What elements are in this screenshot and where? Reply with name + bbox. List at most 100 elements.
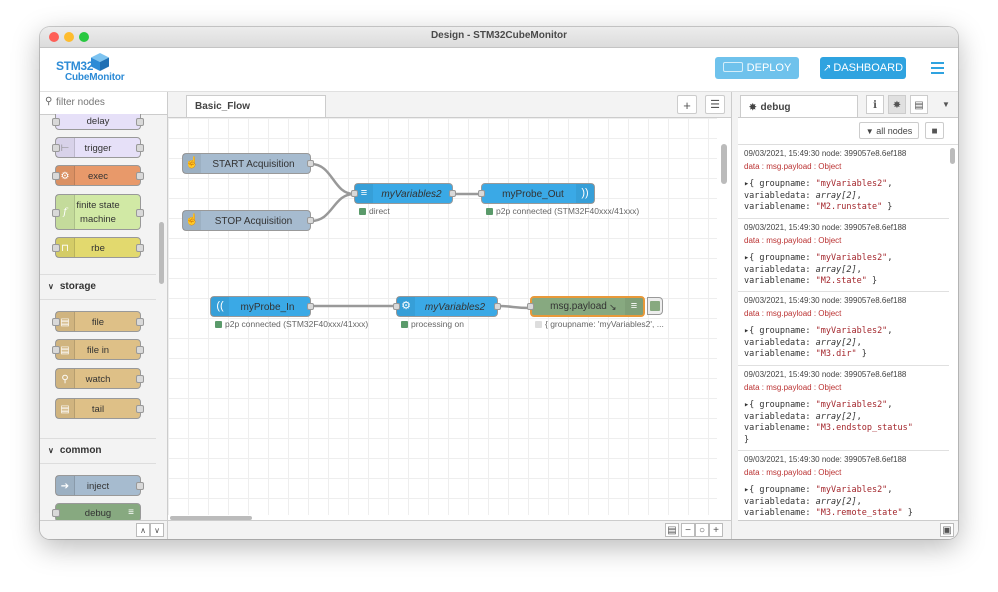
message-meta: 09/03/2021, 15:49:30 node: 399057e8.6ef1… bbox=[744, 370, 907, 379]
expand-caret-icon: ▸ bbox=[744, 400, 750, 410]
flow-node-debug-msg-payload[interactable]: msg.payload ↘ ≡ bbox=[527, 296, 645, 317]
palette-node-rbe-label: rbe bbox=[91, 243, 105, 254]
expand-caret-icon: ▸ bbox=[744, 179, 750, 189]
status-dot bbox=[535, 321, 542, 328]
myprobe-out-status-text: p2p connected (STM32F40xxx/41xxx) bbox=[496, 206, 640, 216]
message-payload[interactable]: ▸{ groupname: "myVariables2", variableda… bbox=[744, 485, 913, 520]
flow-node-myvariables2-top[interactable]: ≡ myVariables2 bbox=[351, 183, 456, 204]
collapse-all-icon[interactable]: ∧ bbox=[136, 523, 150, 537]
sidebar-tab-bar: ✸ debug i ✸ ▤ ▼ bbox=[738, 92, 958, 118]
message-topic: data : msg.payload : Object bbox=[744, 309, 842, 318]
window-title: Design - STM32CubeMonitor bbox=[430, 30, 568, 41]
debug-toggle-button[interactable] bbox=[647, 297, 663, 315]
message-topic: data : msg.payload : Object bbox=[744, 468, 842, 477]
map-icon[interactable]: ▤ bbox=[665, 523, 679, 537]
debug-sidebar: ✸ debug i ✸ ▤ ▼ ▼ all nodes ■ 09/03/2021,… bbox=[737, 92, 958, 539]
zoom-reset-button[interactable]: ○ bbox=[695, 523, 709, 537]
palette-node-tail[interactable]: ▤ tail bbox=[55, 398, 144, 419]
tab-debug-label: debug bbox=[760, 102, 791, 113]
flow-canvas[interactable]: ☝ START Acquisition ☝ STOP Acquisition ≡… bbox=[168, 118, 717, 515]
tab-basic-flow[interactable]: Basic_Flow bbox=[186, 95, 326, 117]
flow-node-stop-acquisition[interactable]: ☝ STOP Acquisition bbox=[182, 210, 314, 231]
palette-node-finite-state-machine[interactable]: f finite state machine bbox=[52, 194, 144, 230]
deploy-button[interactable]: DEPLOY bbox=[715, 57, 799, 79]
dashboard-button[interactable]: ↗ DASHBOARD bbox=[820, 57, 906, 79]
clear-messages-button[interactable]: ■ bbox=[925, 122, 944, 139]
start-acquisition-label: START Acquisition bbox=[212, 159, 295, 170]
chevron-down-icon: ∨ bbox=[48, 282, 54, 291]
palette-scrollbar[interactable] bbox=[159, 222, 164, 284]
debug-tab-button[interactable]: ✸ bbox=[888, 95, 906, 114]
flow-list-button[interactable]: ☰ bbox=[705, 95, 725, 114]
zoom-out-button[interactable]: − bbox=[681, 523, 695, 537]
tab-debug[interactable]: ✸ debug bbox=[740, 95, 858, 117]
add-flow-button[interactable]: + bbox=[677, 95, 697, 114]
palette-node-rbe[interactable]: ⊓ rbe bbox=[52, 237, 144, 258]
hamburger-menu-icon[interactable] bbox=[931, 62, 944, 74]
sidebar-menu-caret-icon[interactable]: ▼ bbox=[942, 100, 950, 109]
message-payload[interactable]: ▸{ groupname: "myVariables2", variableda… bbox=[744, 179, 892, 214]
message-topic: data : msg.payload : Object bbox=[744, 162, 842, 171]
debug-messages-list: 09/03/2021, 15:49:30 node: 399057e8.6ef1… bbox=[738, 145, 949, 520]
myprobe-in-label: myProbe_In bbox=[240, 302, 295, 313]
message-payload[interactable]: ▸{ groupname: "myVariables2", variableda… bbox=[744, 253, 892, 288]
hand-pointer-icon: ☝ bbox=[183, 154, 201, 173]
myprobe-out-label: myProbe_Out bbox=[502, 189, 564, 200]
message-payload[interactable]: ▸{ groupname: "myVariables2", variableda… bbox=[744, 326, 892, 361]
message-meta: 09/03/2021, 15:49:30 node: 399057e8.6ef1… bbox=[744, 223, 907, 232]
zoom-in-button[interactable]: + bbox=[709, 523, 723, 537]
flow-node-start-acquisition[interactable]: ☝ START Acquisition bbox=[182, 153, 314, 174]
info-tab-button[interactable]: i bbox=[866, 95, 884, 114]
filter-nodes-input[interactable] bbox=[56, 94, 156, 110]
palette-category-common[interactable]: ∨ common bbox=[40, 438, 156, 464]
workspace-footer: ▤ − ○ + bbox=[168, 520, 731, 539]
workspace-tab-bar: Basic_Flow + ☰ bbox=[168, 92, 731, 118]
message-meta: 09/03/2021, 15:49:30 node: 399057e8.6ef1… bbox=[744, 149, 907, 158]
palette-node-inject[interactable]: ➔ inject bbox=[55, 475, 144, 496]
status-dot bbox=[359, 208, 366, 215]
palette-node-file-in[interactable]: ▤ file in bbox=[52, 339, 144, 360]
trash-icon: ■ bbox=[931, 126, 938, 137]
debug-message: 09/03/2021, 15:49:30 node: 399057e8.6ef1… bbox=[738, 366, 949, 451]
palette-node-watch[interactable]: ⚲ watch bbox=[55, 368, 144, 389]
status-dot bbox=[215, 321, 222, 328]
bug-icon: ✸ bbox=[749, 102, 757, 112]
palette-category-storage[interactable]: ∨ storage bbox=[40, 274, 156, 300]
stop-acquisition-label: STOP Acquisition bbox=[214, 216, 293, 227]
myvariables2-top-status-text: direct bbox=[369, 206, 390, 216]
palette-node-inject-label: inject bbox=[86, 481, 110, 492]
monitor-icon[interactable]: ▣ bbox=[940, 523, 954, 537]
palette-node-debug-label: debug bbox=[84, 508, 112, 519]
sidebar-separator[interactable] bbox=[731, 92, 738, 539]
list-icon: ≡ bbox=[128, 507, 134, 518]
flow-node-myprobe-out[interactable]: myProbe_Out )) bbox=[478, 183, 595, 204]
dashboard-label: DASHBOARD bbox=[833, 62, 904, 74]
palette-node-watch-label: watch bbox=[85, 374, 111, 385]
filter-all-nodes-button[interactable]: ▼ all nodes bbox=[859, 122, 919, 139]
hand-pointer-icon: ☝ bbox=[183, 211, 201, 230]
palette-filter: ⚲ bbox=[40, 92, 167, 115]
flow-node-myprobe-in[interactable]: (( myProbe_In bbox=[210, 296, 314, 317]
debug-message: 09/03/2021, 15:49:30 node: 399057e8.6ef1… bbox=[738, 145, 949, 219]
expand-caret-icon: ▸ bbox=[744, 485, 750, 495]
node-palette: ⚲ delay ⊢ trigger ⚙ exec f finite state … bbox=[40, 92, 168, 539]
debug-list-scrollbar[interactable] bbox=[950, 148, 955, 164]
debug-message: 09/03/2021, 15:49:30 node: 399057e8.6ef1… bbox=[738, 219, 949, 292]
debug-message: 09/03/2021, 15:49:30 node: 399057e8.6ef1… bbox=[738, 451, 949, 520]
cube-logo-icon bbox=[91, 53, 109, 71]
palette-node-trigger[interactable]: ⊢ trigger bbox=[52, 137, 144, 158]
palette-node-trigger-label: trigger bbox=[84, 143, 112, 154]
palette-node-exec[interactable]: ⚙ exec bbox=[52, 165, 144, 186]
logo-text-cubemonitor: CubeMonitor bbox=[65, 72, 125, 83]
palette-node-file[interactable]: ▤ file bbox=[52, 311, 144, 332]
chart-tab-button[interactable]: ▤ bbox=[910, 95, 928, 114]
myvariables2-top-status: direct bbox=[359, 206, 390, 216]
flow-node-myvariables2-bottom[interactable]: ⚙ myVariables2 bbox=[393, 296, 501, 317]
palette-node-delay[interactable]: delay bbox=[52, 114, 144, 130]
wireless-signal-icon: (( bbox=[211, 297, 229, 316]
palette-node-delay-label: delay bbox=[86, 116, 110, 127]
canvas-vertical-scrollbar[interactable] bbox=[721, 144, 727, 184]
message-payload[interactable]: ▸{ groupname: "myVariables2", variableda… bbox=[744, 400, 913, 446]
expand-all-icon[interactable]: ∨ bbox=[150, 523, 164, 537]
palette-node-fsm-label-1: finite state bbox=[76, 200, 120, 211]
